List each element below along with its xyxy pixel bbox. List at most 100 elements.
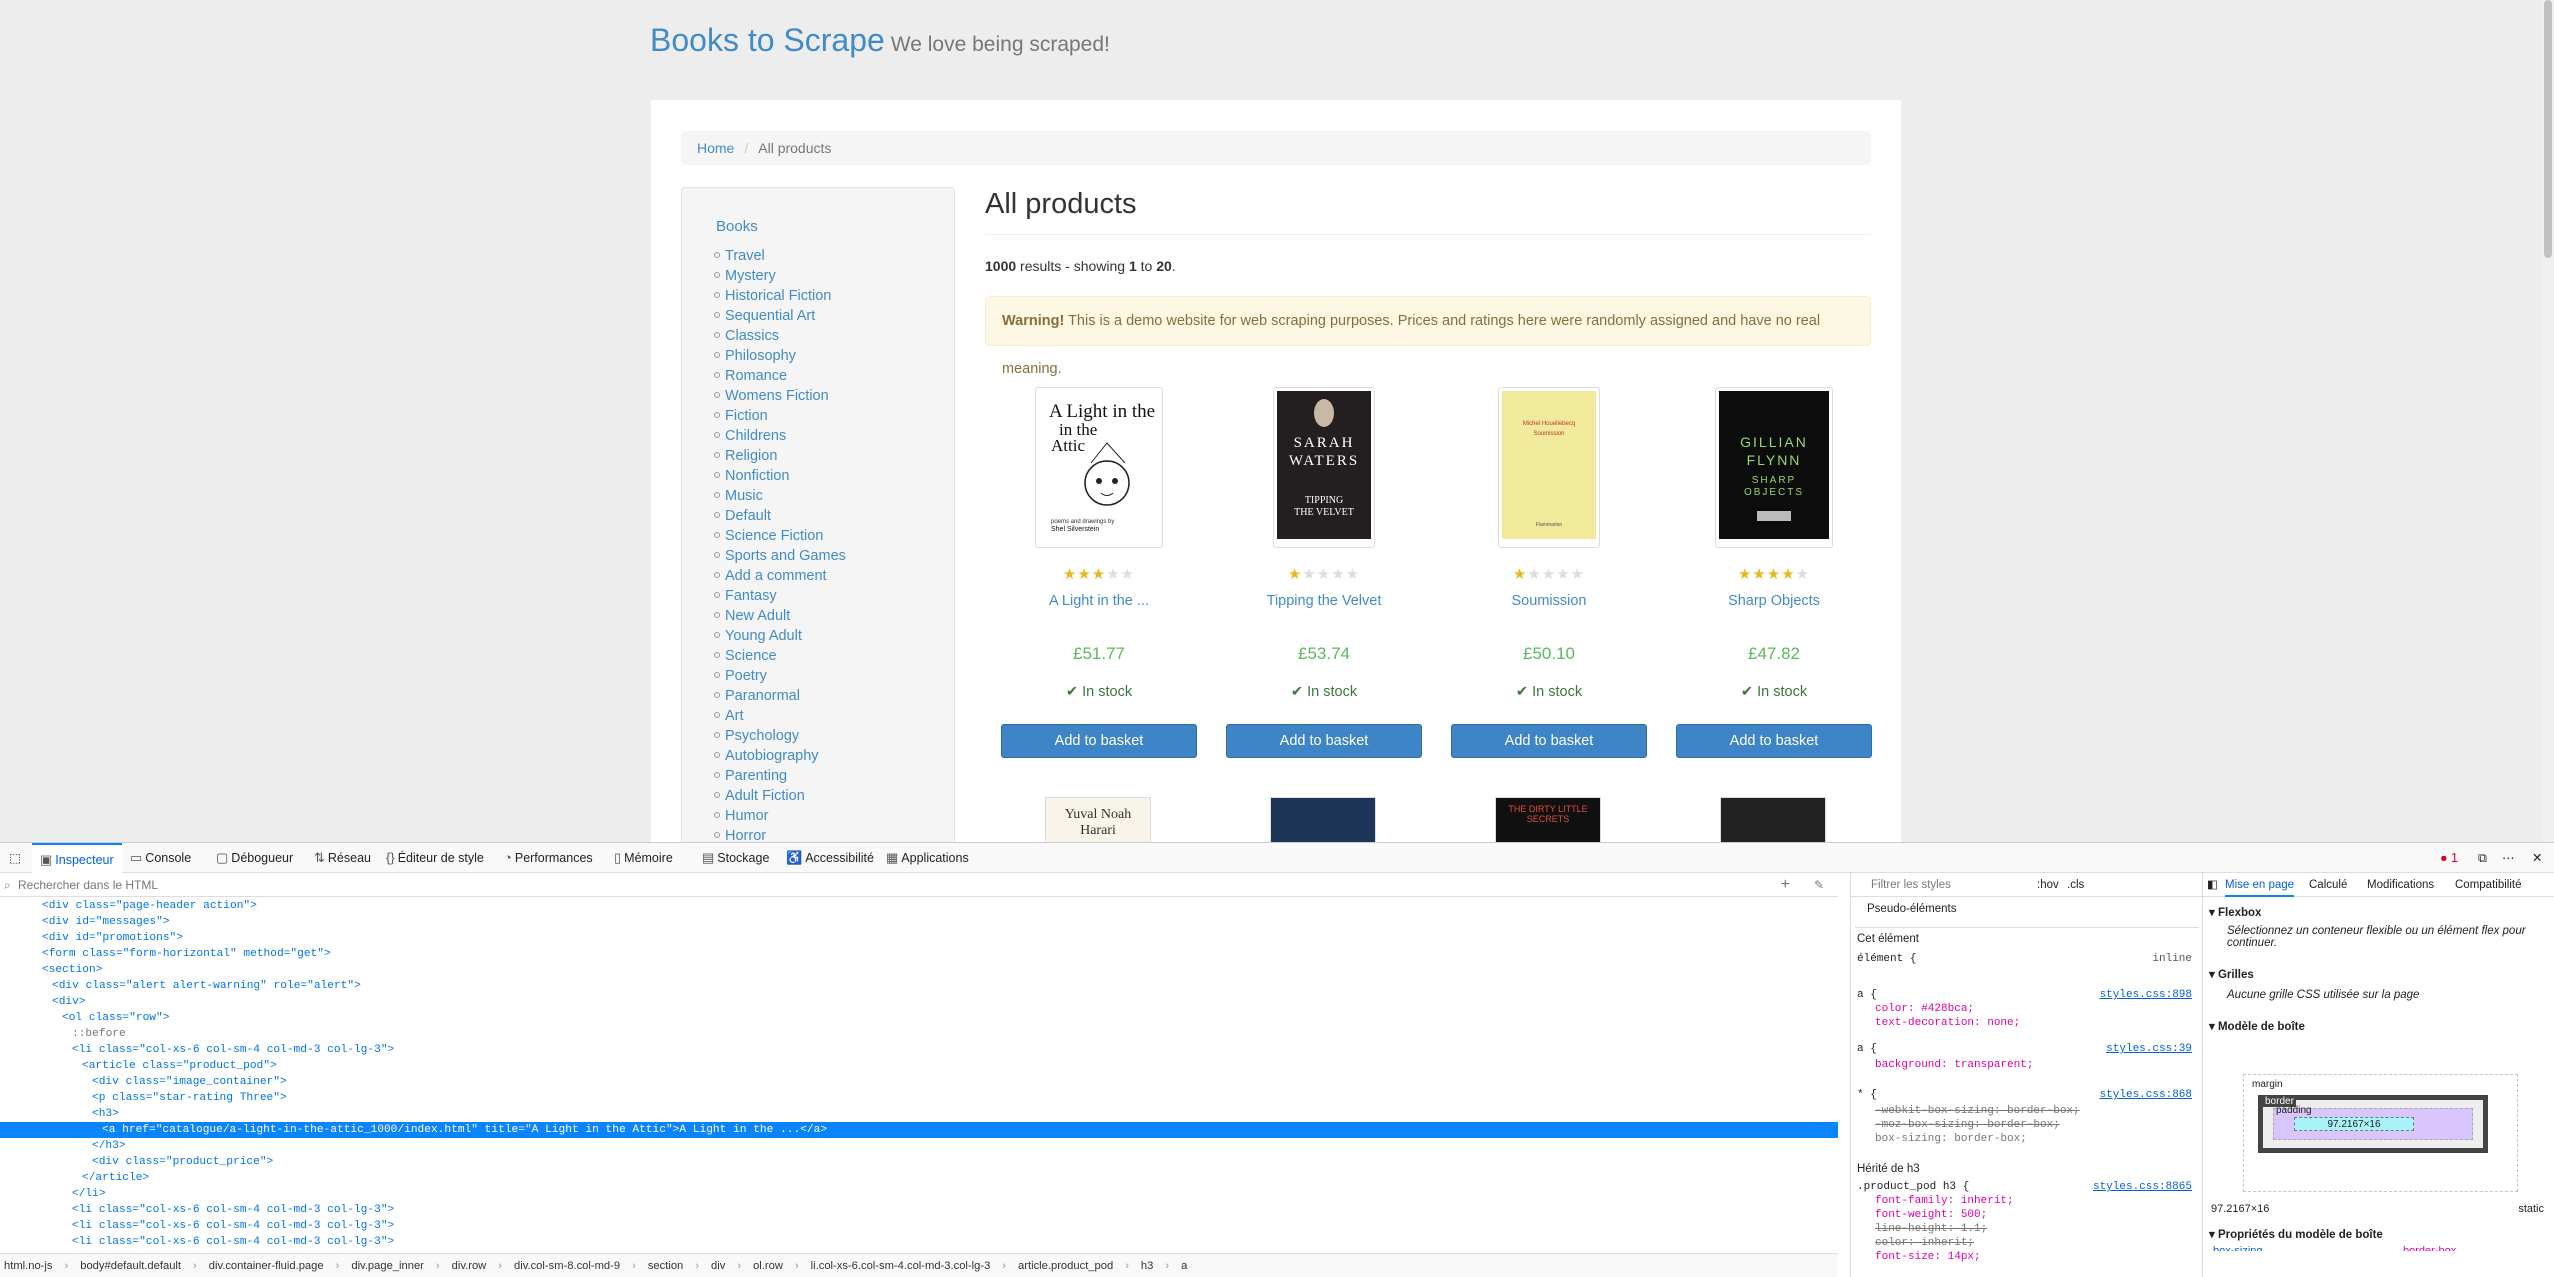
tab-calcule[interactable]: Calculé: [2309, 873, 2347, 897]
html-node[interactable]: ::before: [72, 1026, 126, 1042]
book-cover[interactable]: Yuval Noah Harari: [1045, 797, 1151, 842]
element-rule[interactable]: élément {: [1857, 951, 1916, 967]
sidebar-category-link[interactable]: Womens Fiction: [714, 386, 846, 406]
sidebar-category-link[interactable]: Adult Fiction: [714, 786, 846, 806]
book-cover[interactable]: A Light in the Atticin theAtticpoems and…: [1035, 387, 1197, 548]
breadcrumb-node[interactable]: div.page_inner: [351, 1260, 424, 1272]
html-node[interactable]: <form class="form-horizontal" method="ge…: [42, 946, 331, 962]
eyedropper-icon[interactable]: ✎: [1814, 873, 1824, 897]
flexbox-section[interactable]: ▾ Flexbox: [2209, 905, 2261, 919]
tab-debogueur[interactable]: ▢ Débogueur: [216, 843, 293, 873]
html-node[interactable]: <article class="product_pod">: [82, 1058, 277, 1074]
sidebar-category-link[interactable]: Fiction: [714, 406, 846, 426]
sidebar-category-link[interactable]: Classics: [714, 326, 846, 346]
tab-performances[interactable]: ◔ Performances: [504, 843, 593, 873]
sidebar-category-link[interactable]: Science Fiction: [714, 526, 846, 546]
breadcrumb-node[interactable]: html.no-js: [4, 1260, 53, 1272]
cls-toggle[interactable]: .cls: [2067, 873, 2084, 897]
html-node[interactable]: <div class="product_price">: [92, 1154, 273, 1170]
sidebar-category-link[interactable]: Science: [714, 646, 846, 666]
html-node[interactable]: <div class="image_container">: [92, 1074, 287, 1090]
tab-style-editor[interactable]: {} Éditeur de style: [386, 843, 484, 873]
hov-toggle[interactable]: :hov: [2037, 873, 2059, 897]
html-search-input[interactable]: ⌕ Rechercher dans le HTML + ✎: [0, 873, 1838, 897]
tab-reseau[interactable]: ⇅ Réseau: [314, 843, 371, 873]
book-cover[interactable]: Michel Houellebecq Soumission Flammarion: [1498, 387, 1600, 548]
sidebar-category-link[interactable]: Art: [714, 706, 846, 726]
selected-node[interactable]: <a href="catalogue/a-light-in-the-attic_…: [0, 1122, 1838, 1138]
sidebar-category-link[interactable]: Philosophy: [714, 346, 846, 366]
breadcrumb-node[interactable]: a: [1181, 1260, 1187, 1272]
tab-console[interactable]: ▭ Console: [130, 843, 191, 873]
tab-modifications[interactable]: Modifications: [2367, 873, 2434, 897]
styles-filter-input[interactable]: Filtrer les styles:hov .cls: [1851, 873, 2203, 897]
tab-memoire[interactable]: ▯ Mémoire: [614, 843, 673, 873]
add-to-basket-button[interactable]: Add to basket: [1001, 724, 1197, 758]
error-badge[interactable]: ● 1: [2440, 843, 2458, 873]
more-menu-icon[interactable]: ⋯: [2502, 843, 2515, 873]
sidebar-category-link[interactable]: Parenting: [714, 766, 846, 786]
html-node[interactable]: <ol class="row">: [62, 1010, 169, 1026]
brand-link[interactable]: Books to Scrape: [650, 22, 885, 58]
breadcrumb-node[interactable]: div.col-sm-8.col-md-9: [514, 1260, 620, 1272]
breadcrumb-home[interactable]: Home: [697, 140, 734, 156]
book-cover[interactable]: GILLIAN FLYNN SHARP OBJECTS: [1715, 387, 1833, 548]
css-rule[interactable]: a {: [1857, 1041, 1877, 1057]
sidebar-category-link[interactable]: Childrens: [714, 426, 846, 446]
stylesheet-link[interactable]: styles.css:8865: [2093, 1179, 2192, 1195]
sidebar-category-link[interactable]: Young Adult: [714, 626, 846, 646]
html-node[interactable]: <section>: [42, 962, 102, 978]
tab-accessibilite[interactable]: ♿ Accessibilité: [786, 843, 874, 873]
book-cover[interactable]: THE DIRTY LITTLE SECRETS: [1495, 797, 1601, 842]
breadcrumb-node[interactable]: body#default.default: [80, 1260, 181, 1272]
tab-mise-en-page[interactable]: Mise en page: [2225, 873, 2295, 897]
html-node[interactable]: <li class="col-xs-6 col-sm-4 col-md-3 co…: [72, 1042, 394, 1058]
page-scrollbar[interactable]: [2542, 0, 2554, 842]
tab-stockage[interactable]: ▤ Stockage: [702, 843, 769, 873]
stylesheet-link[interactable]: styles.css:868: [2100, 1087, 2192, 1103]
sidebar-category-link[interactable]: Music: [714, 486, 846, 506]
product-title-link[interactable]: Soumission: [1451, 593, 1647, 609]
box-model-section[interactable]: ▾ Modèle de boîte: [2209, 1019, 2305, 1033]
breadcrumb-node[interactable]: div.container-fluid.page: [209, 1260, 324, 1272]
sidebar-category-link[interactable]: Historical Fiction: [714, 286, 846, 306]
add-to-basket-button[interactable]: Add to basket: [1676, 724, 1872, 758]
stylesheet-link[interactable]: styles.css:898: [2100, 987, 2192, 1003]
product-title-link[interactable]: Tipping the Velvet: [1226, 593, 1422, 609]
html-node[interactable]: </h3>: [92, 1138, 126, 1154]
html-node[interactable]: <h3>: [92, 1106, 119, 1122]
html-node[interactable]: <li class="col-xs-6 col-sm-4 col-md-3 co…: [72, 1202, 394, 1218]
html-node[interactable]: </li>: [72, 1186, 106, 1202]
breadcrumb-node[interactable]: div.row: [452, 1260, 487, 1272]
html-node[interactable]: </article>: [82, 1170, 149, 1186]
sidebar-category-link[interactable]: Default: [714, 506, 846, 526]
sidebar-category-link[interactable]: Add a comment: [714, 566, 846, 586]
book-cover[interactable]: [1720, 797, 1826, 842]
add-to-basket-button[interactable]: Add to basket: [1226, 724, 1422, 758]
tab-inspecteur[interactable]: ▣ Inspecteur: [32, 843, 122, 873]
html-node[interactable]: <li class="col-xs-6 col-sm-4 col-md-3 co…: [72, 1218, 394, 1234]
sidebar-category-link[interactable]: Fantasy: [714, 586, 846, 606]
stylesheet-link[interactable]: styles.css:39: [2106, 1041, 2192, 1057]
pseudo-elements-toggle[interactable]: Pseudo-éléments: [1867, 903, 1957, 915]
book-cover[interactable]: SARAH WATERS TIPPING THE VELVET: [1273, 387, 1375, 548]
sidebar-category-link[interactable]: Sports and Games: [714, 546, 846, 566]
add-to-basket-button[interactable]: Add to basket: [1451, 724, 1647, 758]
sidebar-category-link[interactable]: New Adult: [714, 606, 846, 626]
html-node[interactable]: <li class="col-xs-6 col-sm-4 col-md-3 co…: [72, 1234, 394, 1250]
html-node[interactable]: <p class="star-rating Three">: [92, 1090, 287, 1106]
breadcrumb-node[interactable]: article.product_pod: [1018, 1260, 1113, 1272]
dock-icon[interactable]: ⧉: [2478, 843, 2487, 873]
breadcrumb-node[interactable]: section: [648, 1260, 683, 1272]
add-node-icon[interactable]: +: [1781, 873, 1790, 897]
html-node[interactable]: <div class="alert alert-warning" role="a…: [52, 978, 361, 994]
html-node[interactable]: <a href="catalogue/a-light-in-the-attic_…: [102, 1122, 827, 1138]
html-node[interactable]: <div>: [52, 994, 86, 1010]
sidebar-category-link[interactable]: Romance: [714, 366, 846, 386]
sidebar-category-link[interactable]: Travel: [714, 246, 846, 266]
sidebar-toggle-icon[interactable]: ◧: [2207, 873, 2218, 897]
product-title-link[interactable]: A Light in the ...: [1001, 593, 1197, 609]
sidebar-heading-books[interactable]: Books: [716, 218, 758, 235]
element-picker-icon[interactable]: ⬚: [4, 843, 26, 873]
sidebar-category-link[interactable]: Nonfiction: [714, 466, 846, 486]
